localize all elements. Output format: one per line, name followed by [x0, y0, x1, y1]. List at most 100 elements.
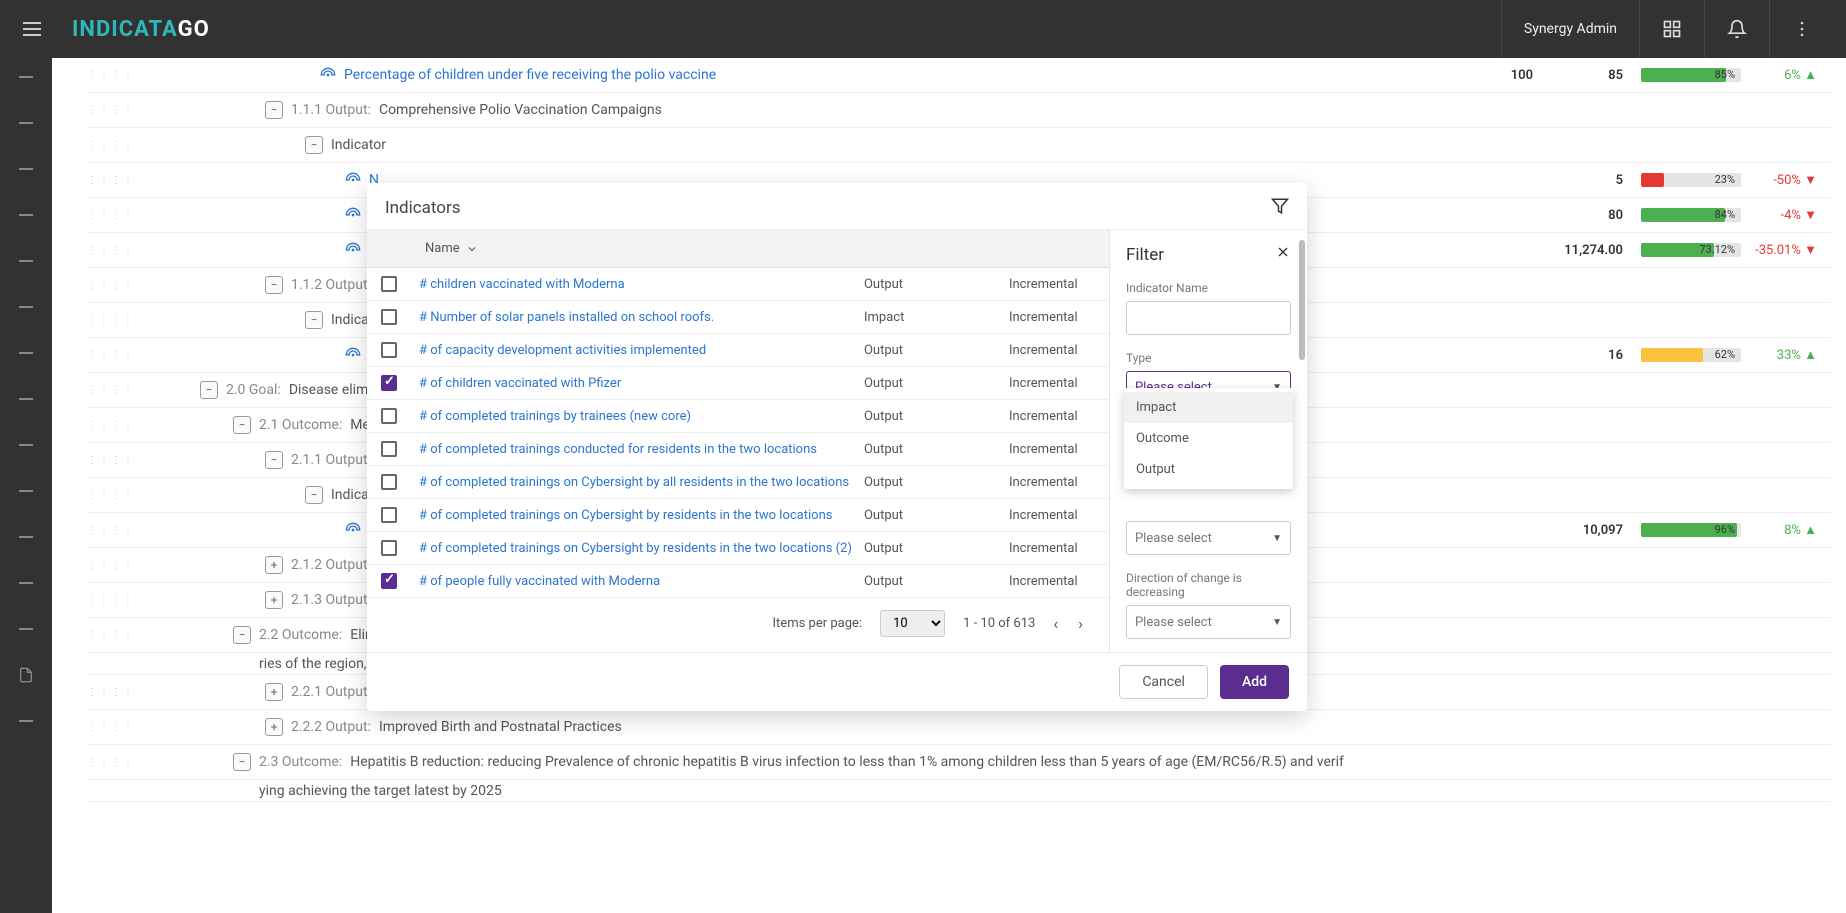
indicator-category: Impact — [864, 310, 1009, 325]
sidebar-item-14[interactable] — [16, 668, 36, 682]
direction-select[interactable]: Please select ▼ — [1126, 605, 1291, 639]
drag-handle[interactable]: ⋮⋮⋮⋮ — [87, 245, 117, 256]
drag-handle[interactable]: ⋮⋮⋮⋮ — [87, 490, 117, 501]
row-checkbox[interactable] — [381, 474, 397, 490]
tree-toggle[interactable]: − — [233, 753, 251, 771]
tree-toggle[interactable]: + — [265, 718, 283, 736]
row-checkbox[interactable] — [381, 276, 397, 292]
tree-toggle[interactable]: − — [200, 381, 218, 399]
indicator-link[interactable]: # of completed trainings by trainees (ne… — [397, 409, 864, 424]
row-checkbox[interactable] — [381, 309, 397, 325]
sidebar-item-11[interactable] — [16, 530, 36, 544]
sidebar-item-15[interactable] — [16, 714, 36, 728]
row-checkbox[interactable] — [381, 573, 397, 589]
row-checkbox[interactable] — [381, 342, 397, 358]
indicator-link[interactable]: # of completed trainings on Cybersight b… — [397, 475, 864, 490]
row-checkbox[interactable] — [381, 408, 397, 424]
row-checkbox[interactable] — [381, 375, 397, 391]
drag-handle[interactable]: ⋮⋮⋮⋮ — [87, 175, 117, 186]
tree-toggle[interactable]: − — [233, 416, 251, 434]
indicator-category: Output — [864, 574, 1009, 589]
drag-handle[interactable]: ⋮⋮⋮⋮ — [87, 687, 117, 698]
indicator-link[interactable]: # children vaccinated with Moderna — [397, 277, 864, 292]
filter-scrollbar[interactable] — [1299, 240, 1305, 360]
tree-label[interactable]: Percentage of children under five receiv… — [344, 67, 716, 83]
apps-button[interactable] — [1639, 0, 1704, 58]
tree-toggle[interactable]: − — [233, 626, 251, 644]
indicator-link[interactable]: # Number of solar panels installed on sc… — [397, 310, 864, 325]
drag-handle[interactable]: ⋮⋮⋮⋮ — [87, 315, 117, 326]
type-option-outcome[interactable]: Outcome — [1124, 423, 1293, 454]
drag-handle[interactable]: ⋮⋮⋮⋮ — [87, 70, 117, 81]
drag-handle[interactable]: ⋮⋮⋮⋮ — [87, 455, 117, 466]
drag-handle[interactable]: ⋮⋮⋮⋮ — [87, 280, 117, 291]
drag-handle[interactable]: ⋮⋮⋮⋮ — [87, 595, 117, 606]
pager-next[interactable]: › — [1078, 614, 1083, 633]
notifications-button[interactable] — [1704, 0, 1769, 58]
indicator-link[interactable]: # of completed trainings on Cybersight b… — [397, 508, 864, 523]
drag-handle[interactable]: ⋮⋮⋮⋮ — [87, 350, 117, 361]
type-option-output[interactable]: Output — [1124, 454, 1293, 485]
logo-part1: INDICATA — [72, 17, 178, 42]
indicator-link[interactable]: # of completed trainings on Cybersight b… — [397, 541, 864, 556]
items-per-page-select[interactable]: 10 — [880, 610, 945, 637]
sidebar-item-1[interactable] — [16, 70, 36, 84]
tree-toggle[interactable]: − — [265, 451, 283, 469]
metric-2: 5 — [1551, 173, 1641, 188]
add-button[interactable]: Add — [1220, 665, 1289, 699]
menu-toggle[interactable] — [12, 9, 52, 49]
sidebar-item-5[interactable] — [16, 254, 36, 268]
pager-prev[interactable]: ‹ — [1053, 614, 1058, 633]
sidebar-item-10[interactable] — [16, 484, 36, 498]
indicator-link[interactable]: # of capacity development activities imp… — [397, 343, 864, 358]
filter-toggle[interactable] — [1271, 197, 1289, 219]
tree-prefix: 1.1.2 Output: — [291, 277, 371, 293]
row-checkbox[interactable] — [381, 540, 397, 556]
filter-close-button[interactable] — [1275, 244, 1291, 265]
sidebar-item-7[interactable] — [16, 346, 36, 360]
tree-toggle[interactable]: + — [265, 683, 283, 701]
sidebar-item-3[interactable] — [16, 162, 36, 176]
drag-handle[interactable]: ⋮⋮⋮⋮ — [87, 722, 117, 733]
name-column-header[interactable]: Name — [411, 241, 478, 256]
tree-toggle[interactable]: − — [305, 136, 323, 154]
drag-handle[interactable]: ⋮⋮⋮⋮ — [87, 140, 117, 151]
row-checkbox[interactable] — [381, 507, 397, 523]
calc-select-value: Please select — [1135, 531, 1212, 546]
sidebar-item-6[interactable] — [16, 300, 36, 314]
indicator-name-input[interactable] — [1126, 301, 1291, 335]
tree-toggle[interactable]: + — [265, 591, 283, 609]
indicator-link[interactable]: # of children vaccinated with Pfizer — [397, 376, 864, 391]
cancel-button[interactable]: Cancel — [1119, 665, 1208, 699]
indicator-link[interactable]: # of completed trainings conducted for r… — [397, 442, 864, 457]
sidebar-item-8[interactable] — [16, 392, 36, 406]
tree-toggle[interactable]: − — [305, 311, 323, 329]
gauge-icon — [345, 522, 361, 538]
calc-select[interactable]: Please select ▼ — [1126, 521, 1291, 555]
drag-handle[interactable]: ⋮⋮⋮⋮ — [87, 757, 117, 768]
sidebar-item-9[interactable] — [16, 438, 36, 452]
drag-handle[interactable]: ⋮⋮⋮⋮ — [87, 630, 117, 641]
sidebar-item-4[interactable] — [16, 208, 36, 222]
more-button[interactable] — [1769, 0, 1834, 58]
tree-toggle[interactable]: − — [265, 101, 283, 119]
document-icon — [18, 667, 34, 683]
drag-handle[interactable]: ⋮⋮⋮⋮ — [87, 560, 117, 571]
indicator-link[interactable]: # of people fully vaccinated with Modern… — [397, 574, 864, 589]
row-checkbox[interactable] — [381, 441, 397, 457]
sidebar-item-12[interactable] — [16, 576, 36, 590]
drag-handle[interactable]: ⋮⋮⋮⋮ — [87, 105, 117, 116]
modal-header: Indicators — [367, 183, 1307, 230]
tree-toggle[interactable]: + — [265, 556, 283, 574]
tree-toggle[interactable]: − — [265, 276, 283, 294]
tree-toggle[interactable]: − — [305, 486, 323, 504]
sidebar-item-2[interactable] — [16, 116, 36, 130]
drag-handle[interactable]: ⋮⋮⋮⋮ — [87, 210, 117, 221]
logo[interactable]: INDICATAGO — [72, 17, 210, 42]
type-option-impact[interactable]: Impact — [1124, 392, 1293, 423]
drag-handle[interactable]: ⋮⋮⋮⋮ — [87, 420, 117, 431]
drag-handle[interactable]: ⋮⋮⋮⋮ — [87, 525, 117, 536]
sidebar-item-13[interactable] — [16, 622, 36, 636]
drag-handle[interactable]: ⋮⋮⋮⋮ — [87, 385, 117, 396]
user-menu[interactable]: Synergy Admin — [1501, 0, 1639, 58]
